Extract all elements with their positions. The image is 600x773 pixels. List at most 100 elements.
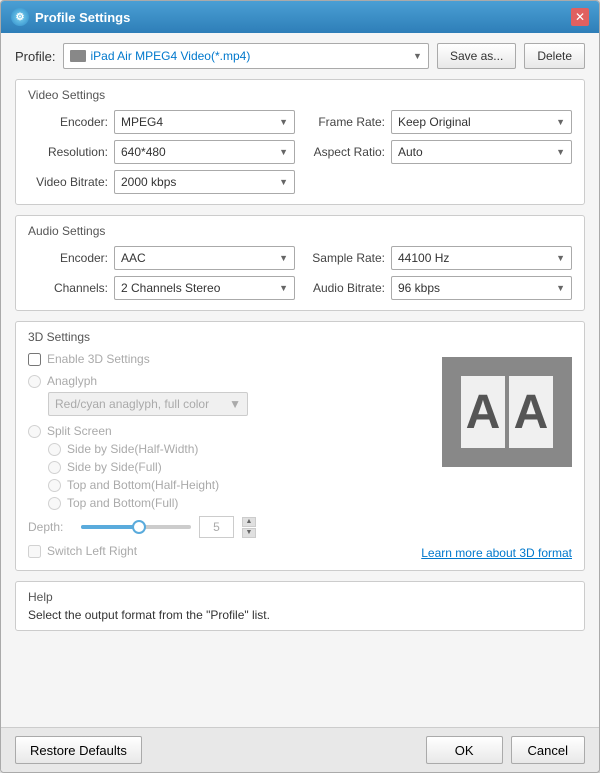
anaglyph-dropdown-value: Red/cyan anaglyph, full color (55, 397, 209, 411)
frame-rate-value: Keep Original (398, 115, 471, 129)
audio-encoder-arrow: ▼ (279, 253, 288, 263)
top-bottom-half-radio[interactable] (48, 479, 61, 492)
delete-button[interactable]: Delete (524, 43, 585, 69)
video-settings-grid: Encoder: MPEG4 ▼ Frame Rate: Keep Origin… (28, 110, 572, 194)
help-section: Help Select the output format from the "… (15, 581, 585, 631)
ok-button[interactable]: OK (426, 736, 503, 764)
title-bar-left: ⚙ Profile Settings (11, 8, 130, 26)
depth-input[interactable]: 5 (199, 516, 234, 538)
3d-preview-box: A A (442, 357, 572, 467)
aspect-ratio-arrow: ▼ (556, 147, 565, 157)
help-text: Select the output format from the "Profi… (28, 608, 572, 622)
enable-3d-label: Enable 3D Settings (47, 352, 150, 366)
resolution-value: 640*480 (121, 145, 166, 159)
top-bottom-full-radio[interactable] (48, 497, 61, 510)
channels-value: 2 Channels Stereo (121, 281, 220, 295)
channels-label: Channels: (28, 281, 108, 295)
depth-spin-up[interactable]: ▲ (242, 517, 256, 527)
depth-label: Depth: (28, 520, 73, 534)
audio-encoder-select[interactable]: AAC ▼ (114, 246, 295, 270)
audio-encoder-value: AAC (121, 251, 146, 265)
3d-settings-section: 3D Settings A A Enable 3D Settings Anagl… (15, 321, 585, 571)
split-screen-radio[interactable] (28, 425, 41, 438)
audio-settings-section: Audio Settings Encoder: AAC ▼ Sample Rat… (15, 215, 585, 311)
resolution-arrow: ▼ (279, 147, 288, 157)
top-bottom-half-row: Top and Bottom(Half-Height) (48, 478, 572, 492)
aspect-ratio-row: Aspect Ratio: Auto ▼ (305, 140, 572, 164)
side-by-side-full-radio[interactable] (48, 461, 61, 474)
resolution-label: Resolution: (28, 145, 108, 159)
sample-rate-arrow: ▼ (556, 253, 565, 263)
video-settings-section: Video Settings Encoder: MPEG4 ▼ Frame Ra… (15, 79, 585, 205)
depth-slider-thumb (132, 520, 146, 534)
top-bottom-full-row: Top and Bottom(Full) (48, 496, 572, 510)
audio-bitrate-label: Audio Bitrate: (305, 281, 385, 295)
preview-letter-right: A (509, 376, 553, 448)
depth-spinner: ▲ ▼ (242, 517, 256, 538)
audio-bitrate-select[interactable]: 96 kbps ▼ (391, 276, 572, 300)
side-by-side-half-radio[interactable] (48, 443, 61, 456)
switch-left-right-label: Switch Left Right (47, 544, 137, 558)
frame-rate-arrow: ▼ (556, 117, 565, 127)
top-bottom-full-label: Top and Bottom(Full) (67, 496, 178, 510)
learn-more-link[interactable]: Learn more about 3D format (421, 546, 572, 560)
channels-select[interactable]: 2 Channels Stereo ▼ (114, 276, 295, 300)
anaglyph-dropdown-arrow: ▼ (229, 397, 241, 411)
audio-encoder-row: Encoder: AAC ▼ (28, 246, 295, 270)
enable-3d-checkbox[interactable] (28, 353, 41, 366)
encoder-value: MPEG4 (121, 115, 163, 129)
anaglyph-radio[interactable] (28, 375, 41, 388)
close-button[interactable]: ✕ (571, 8, 589, 26)
audio-settings-title: Audio Settings (28, 224, 572, 238)
encoder-label: Encoder: (28, 115, 108, 129)
video-bitrate-row: Video Bitrate: 2000 kbps ▼ (28, 170, 295, 194)
profile-settings-dialog: ⚙ Profile Settings ✕ Profile: iPad Air M… (0, 0, 600, 773)
audio-settings-grid: Encoder: AAC ▼ Sample Rate: 44100 Hz ▼ (28, 246, 572, 300)
video-bitrate-arrow: ▼ (279, 177, 288, 187)
aspect-ratio-select[interactable]: Auto ▼ (391, 140, 572, 164)
anaglyph-dropdown[interactable]: Red/cyan anaglyph, full color ▼ (48, 392, 248, 416)
cancel-button[interactable]: Cancel (511, 736, 585, 764)
dialog-title: Profile Settings (35, 10, 130, 25)
encoder-select[interactable]: MPEG4 ▼ (114, 110, 295, 134)
channels-row: Channels: 2 Channels Stereo ▼ (28, 276, 295, 300)
audio-bitrate-value: 96 kbps (398, 281, 440, 295)
preview-letters: A A (461, 376, 553, 448)
sample-rate-row: Sample Rate: 44100 Hz ▼ (305, 246, 572, 270)
aspect-ratio-value: Auto (398, 145, 423, 159)
dialog-content: Profile: iPad Air MPEG4 Video(*.mp4) ▼ S… (1, 33, 599, 727)
depth-slider[interactable] (81, 525, 191, 529)
app-icon: ⚙ (11, 8, 29, 26)
footer: Restore Defaults OK Cancel (1, 727, 599, 772)
audio-bitrate-row: Audio Bitrate: 96 kbps ▼ (305, 276, 572, 300)
profile-dropdown-arrow: ▼ (413, 51, 422, 61)
save-as-button[interactable]: Save as... (437, 43, 516, 69)
profile-value: iPad Air MPEG4 Video(*.mp4) (90, 49, 250, 63)
encoder-arrow: ▼ (279, 117, 288, 127)
resolution-select[interactable]: 640*480 ▼ (114, 140, 295, 164)
profile-select[interactable]: iPad Air MPEG4 Video(*.mp4) ▼ (63, 43, 428, 69)
resolution-row: Resolution: 640*480 ▼ (28, 140, 295, 164)
frame-rate-select[interactable]: Keep Original ▼ (391, 110, 572, 134)
restore-defaults-button[interactable]: Restore Defaults (15, 736, 142, 764)
anaglyph-label: Anaglyph (47, 374, 97, 388)
switch-left-right-row: Switch Left Right (28, 544, 137, 558)
frame-rate-label: Frame Rate: (305, 115, 385, 129)
switch-left-right-checkbox[interactable] (28, 545, 41, 558)
depth-slider-fill (81, 525, 136, 529)
profile-icon (70, 50, 86, 62)
depth-spin-down[interactable]: ▼ (242, 528, 256, 538)
title-bar: ⚙ Profile Settings ✕ (1, 1, 599, 33)
profile-row: Profile: iPad Air MPEG4 Video(*.mp4) ▼ S… (15, 43, 585, 69)
footer-right: OK Cancel (426, 736, 585, 764)
video-bitrate-select[interactable]: 2000 kbps ▼ (114, 170, 295, 194)
aspect-ratio-label: Aspect Ratio: (305, 145, 385, 159)
channels-arrow: ▼ (279, 283, 288, 293)
frame-rate-row: Frame Rate: Keep Original ▼ (305, 110, 572, 134)
video-bitrate-value: 2000 kbps (121, 175, 176, 189)
video-bitrate-label: Video Bitrate: (28, 175, 108, 189)
audio-bitrate-arrow: ▼ (556, 283, 565, 293)
video-settings-title: Video Settings (28, 88, 572, 102)
sample-rate-select[interactable]: 44100 Hz ▼ (391, 246, 572, 270)
side-by-side-half-label: Side by Side(Half-Width) (67, 442, 198, 456)
